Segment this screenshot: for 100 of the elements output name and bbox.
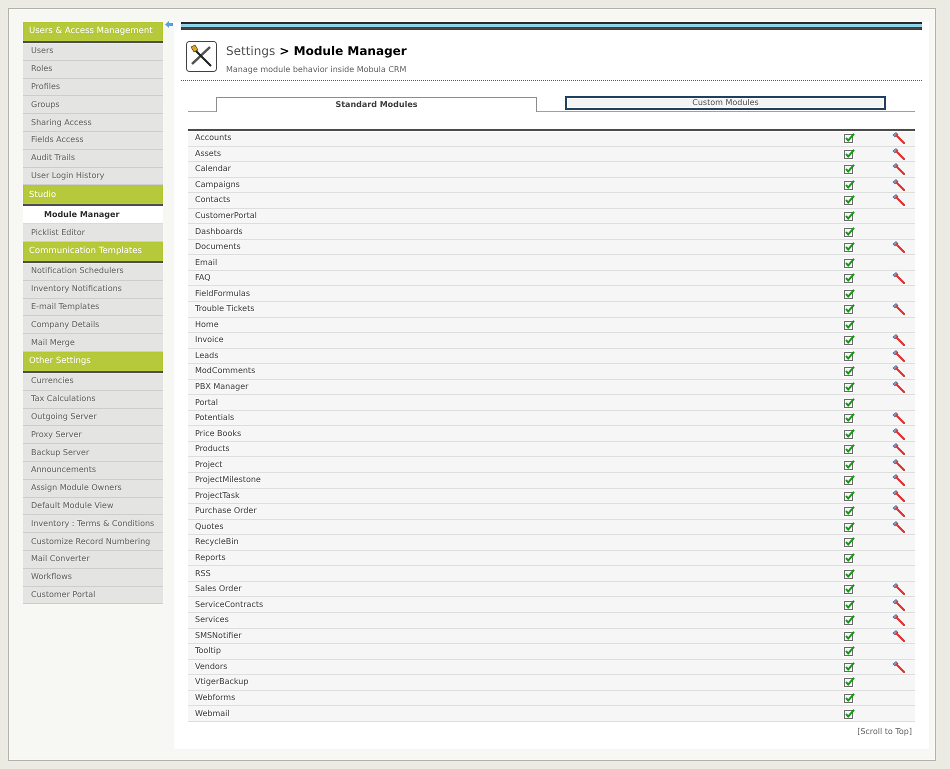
checked-box-icon[interactable] bbox=[844, 180, 855, 190]
sidebar-item[interactable]: Mail Converter bbox=[23, 550, 163, 569]
sidebar-item[interactable]: Groups bbox=[23, 96, 163, 114]
hammer-icon[interactable] bbox=[892, 365, 905, 378]
collapse-arrow-icon[interactable] bbox=[165, 21, 173, 28]
hammer-icon[interactable] bbox=[892, 598, 905, 611]
hammer-icon[interactable] bbox=[892, 583, 905, 596]
sidebar-item[interactable]: Announcements bbox=[23, 462, 163, 480]
hammer-icon[interactable] bbox=[892, 412, 905, 424]
sidebar-item[interactable]: Outgoing Server bbox=[23, 408, 163, 426]
sidebar-item[interactable]: Inventory Notifications bbox=[23, 280, 163, 299]
hammer-icon[interactable] bbox=[892, 303, 905, 316]
hammer-icon[interactable] bbox=[892, 132, 905, 144]
checked-box-icon[interactable] bbox=[844, 568, 855, 579]
checked-box-icon[interactable] bbox=[844, 288, 855, 299]
breadcrumb-link[interactable]: Settings bbox=[226, 44, 276, 58]
checked-box-icon[interactable] bbox=[844, 662, 855, 672]
checked-box-icon[interactable] bbox=[844, 164, 855, 174]
tools-icon bbox=[186, 41, 217, 72]
checked-box-icon[interactable] bbox=[844, 460, 855, 470]
sidebar-item[interactable]: Profiles bbox=[23, 78, 163, 96]
sidebar-item[interactable]: Currencies bbox=[23, 372, 163, 391]
checked-box-icon[interactable] bbox=[844, 273, 855, 284]
checked-box-icon[interactable] bbox=[844, 537, 855, 548]
checked-box-icon[interactable] bbox=[844, 304, 855, 314]
sidebar-item[interactable]: Workflows bbox=[23, 568, 163, 587]
checked-box-icon[interactable] bbox=[844, 490, 855, 501]
sidebar-item[interactable]: Backup Server bbox=[23, 444, 163, 462]
checked-box-icon[interactable] bbox=[844, 630, 855, 641]
module-name: Quotes bbox=[194, 520, 224, 533]
tab[interactable]: Standard Modules bbox=[216, 97, 537, 112]
checked-box-icon[interactable] bbox=[844, 584, 855, 594]
sidebar-item[interactable]: Notification Schedulers bbox=[23, 262, 163, 281]
checked-box-icon[interactable] bbox=[844, 211, 855, 221]
checked-box-icon[interactable] bbox=[844, 677, 855, 688]
checked-box-icon[interactable] bbox=[844, 398, 855, 408]
checked-box-icon[interactable] bbox=[844, 553, 855, 564]
sidebar-item[interactable]: Customer Portal bbox=[23, 586, 163, 604]
hammer-icon[interactable] bbox=[892, 163, 905, 176]
hammer-icon[interactable] bbox=[892, 178, 905, 191]
sidebar-item[interactable]: User Login History bbox=[23, 168, 163, 186]
checked-box-icon[interactable] bbox=[844, 335, 855, 346]
sidebar-item[interactable]: Roles bbox=[23, 60, 163, 79]
sidebar-item[interactable]: Company Details bbox=[23, 316, 163, 334]
hammer-icon[interactable] bbox=[892, 241, 905, 254]
checked-box-icon[interactable] bbox=[844, 350, 855, 361]
hammer-icon[interactable] bbox=[892, 474, 905, 486]
sidebar-item[interactable]: Fields Access bbox=[23, 132, 163, 150]
sidebar-item[interactable]: Inventory : Terms & Conditions bbox=[23, 515, 163, 534]
hammer-icon[interactable] bbox=[892, 350, 905, 362]
checked-box-icon[interactable] bbox=[844, 226, 855, 237]
scroll-to-top-link[interactable]: [Scroll to Top] bbox=[857, 726, 912, 738]
hammer-icon[interactable] bbox=[892, 148, 905, 160]
sidebar-item[interactable]: Mail Merge bbox=[23, 334, 163, 352]
hammer-icon[interactable] bbox=[892, 272, 905, 284]
hammer-icon[interactable] bbox=[892, 334, 905, 346]
checked-box-icon[interactable] bbox=[844, 195, 855, 206]
checked-box-icon[interactable] bbox=[844, 320, 855, 330]
sidebar-item[interactable]: Picklist Editor bbox=[23, 224, 163, 242]
checked-box-icon[interactable] bbox=[844, 366, 855, 376]
checked-box-icon[interactable] bbox=[844, 506, 855, 516]
sidebar-item[interactable]: Audit Trails bbox=[23, 150, 163, 168]
checked-box-icon[interactable] bbox=[844, 646, 855, 656]
hammer-icon[interactable] bbox=[892, 428, 905, 440]
checked-box-icon[interactable] bbox=[844, 133, 855, 144]
checked-box-icon[interactable] bbox=[844, 444, 855, 454]
sidebar-item[interactable]: Default Module View bbox=[23, 498, 163, 516]
module-name: Campaigns bbox=[194, 178, 241, 191]
checked-box-icon[interactable] bbox=[844, 258, 855, 268]
hammer-icon[interactable] bbox=[892, 505, 905, 518]
checked-box-icon[interactable] bbox=[844, 522, 855, 532]
hammer-icon[interactable] bbox=[892, 520, 905, 533]
hammer-icon[interactable] bbox=[892, 458, 905, 471]
hammer-icon[interactable] bbox=[892, 194, 905, 206]
sidebar-item[interactable]: Tax Calculations bbox=[23, 390, 163, 409]
hammer-icon[interactable] bbox=[892, 443, 905, 456]
checked-box-icon[interactable] bbox=[844, 148, 855, 159]
checked-box-icon[interactable] bbox=[844, 413, 855, 424]
module-name: RSS bbox=[194, 568, 212, 580]
checked-box-icon[interactable] bbox=[844, 475, 855, 486]
tab[interactable]: Custom Modules bbox=[565, 96, 886, 110]
hammer-icon[interactable] bbox=[892, 614, 905, 626]
sidebar-item[interactable]: Proxy Server bbox=[23, 426, 163, 444]
hammer-icon[interactable] bbox=[892, 490, 905, 502]
sidebar-item[interactable]: E-mail Templates bbox=[23, 298, 163, 316]
checked-box-icon[interactable] bbox=[844, 428, 855, 439]
checked-box-icon[interactable] bbox=[844, 242, 855, 252]
checked-box-icon[interactable] bbox=[844, 708, 855, 718]
checked-box-icon[interactable] bbox=[844, 600, 855, 610]
sidebar-item[interactable]: Assign Module Owners bbox=[23, 480, 163, 498]
sidebar-item[interactable]: Sharing Access bbox=[23, 114, 163, 132]
checked-box-icon[interactable] bbox=[844, 692, 855, 703]
hammer-icon[interactable] bbox=[892, 660, 905, 673]
hammer-icon[interactable] bbox=[892, 381, 905, 394]
checked-box-icon[interactable] bbox=[844, 615, 855, 626]
sidebar-item[interactable]: Users bbox=[23, 43, 163, 61]
hammer-icon[interactable] bbox=[892, 630, 905, 642]
checked-box-icon[interactable] bbox=[844, 382, 855, 392]
sidebar-item[interactable]: Module Manager bbox=[23, 206, 163, 224]
sidebar-item[interactable]: Customize Record Numbering bbox=[23, 533, 163, 551]
